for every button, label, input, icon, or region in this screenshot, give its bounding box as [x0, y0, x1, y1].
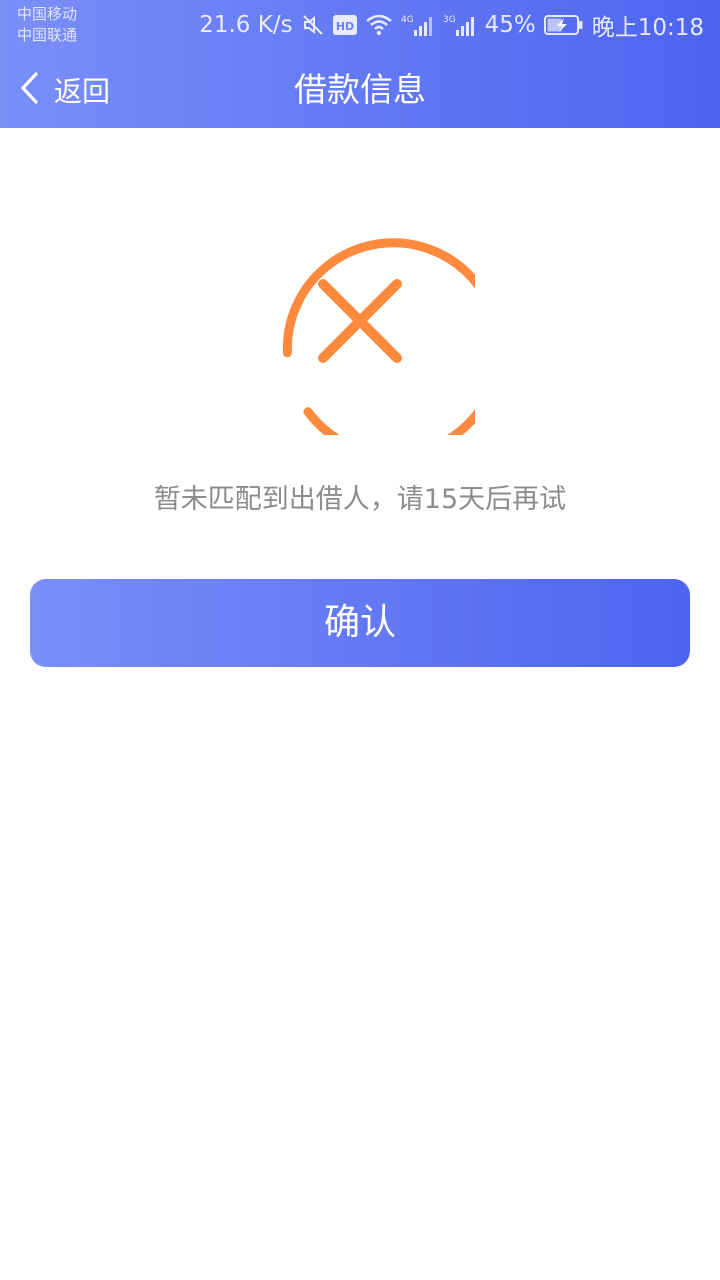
clock: 晚上10:18	[591, 15, 704, 41]
carrier-2: 中国联通	[17, 26, 78, 44]
hd-icon: HD	[332, 14, 357, 36]
failure-x-circle-icon	[245, 205, 504, 460]
wifi-icon	[365, 14, 393, 36]
battery-percent: 45%	[484, 12, 536, 38]
nav-bar: 返回 借款信息	[0, 52, 720, 128]
hd-badge: HD	[335, 20, 353, 33]
app-header: 中国移动 中国联通 21.6 K/s HD 4G 3G 45% 晚上10:18 …	[0, 0, 720, 128]
signal-2-type: 3G	[443, 15, 456, 25]
battery-charging-icon	[543, 14, 584, 36]
back-button[interactable]: 返回	[18, 70, 110, 110]
signal-4g-icon: 4G	[401, 13, 435, 37]
network-speed: 21.6 K/s	[199, 12, 293, 38]
confirm-button[interactable]: 确认	[30, 579, 690, 667]
signal-1-type: 4G	[401, 15, 414, 25]
mute-icon	[301, 13, 325, 37]
status-indicators: 21.6 K/s HD 4G 3G 45% 晚上10:18	[199, 10, 704, 41]
result-message: 暂未匹配到出借人，请15天后再试	[153, 484, 567, 515]
carrier-labels: 中国移动 中国联通	[17, 4, 77, 46]
status-bar: 中国移动 中国联通 21.6 K/s HD 4G 3G 45% 晚上10:18	[0, 0, 720, 52]
signal-3g-icon: 3G	[443, 13, 477, 37]
chevron-left-icon	[18, 70, 40, 110]
carrier-1: 中国移动	[17, 5, 78, 23]
back-label: 返回	[54, 75, 111, 108]
